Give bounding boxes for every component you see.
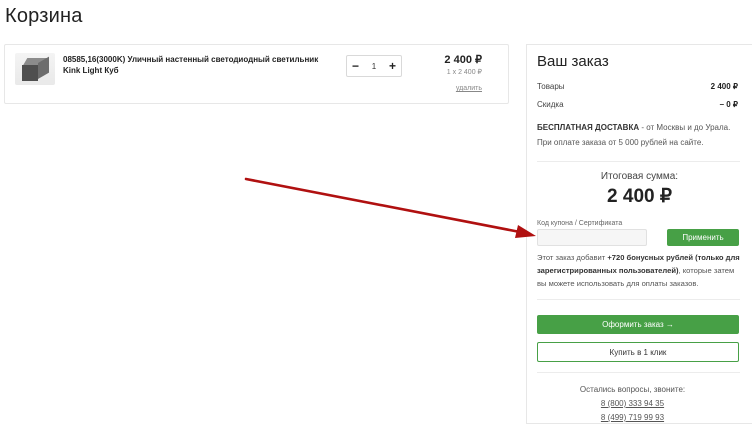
- questions-label: Остались вопросы, звоните:: [579, 385, 686, 394]
- goods-row: Товары 2 400 ₽: [537, 82, 738, 91]
- cube-front-shape: [22, 65, 38, 81]
- quantity-stepper: − 1 +: [346, 55, 402, 77]
- goods-label: Товары: [537, 82, 565, 91]
- goods-value: 2 400 ₽: [710, 82, 738, 91]
- order-summary-title: Ваш заказ: [537, 53, 609, 70]
- delivery-note: БЕСПЛАТНАЯ ДОСТАВКА - от Москвы и до Ура…: [537, 120, 740, 150]
- item-total-price: 2 400 ₽: [444, 54, 482, 66]
- order-summary-panel: Ваш заказ Товары 2 400 ₽ Скидка – 0 ₽ БЕ…: [526, 44, 752, 424]
- product-thumbnail[interactable]: [15, 53, 55, 85]
- remove-item-link[interactable]: удалить: [456, 85, 482, 92]
- delivery-text-2: При оплате заказа от 5 000 рублей на сай…: [537, 138, 704, 147]
- decrease-quantity-button[interactable]: −: [352, 60, 359, 72]
- checkout-button[interactable]: Оформить заказ →: [537, 315, 739, 334]
- divider: [537, 299, 740, 300]
- phone-link-2[interactable]: 8 (499) 719 99 93: [527, 413, 738, 422]
- page-title: Корзина: [5, 5, 83, 27]
- product-name-link[interactable]: 08585,16(3000K) Уличный настенный светод…: [63, 54, 328, 76]
- discount-value: – 0 ₽: [719, 100, 738, 109]
- quantity-value[interactable]: 1: [372, 62, 376, 71]
- discount-label: Скидка: [537, 100, 564, 109]
- bonus-prefix: Этот заказ добавит: [537, 253, 608, 262]
- divider: [537, 161, 740, 162]
- delivery-bold: БЕСПЛАТНАЯ ДОСТАВКА: [537, 123, 640, 132]
- delivery-text: - от Москвы и до Урала.: [639, 123, 731, 132]
- total-value: 2 400 ₽: [607, 186, 672, 207]
- discount-row: Скидка – 0 ₽: [537, 100, 738, 109]
- apply-coupon-button[interactable]: Применить: [667, 229, 739, 246]
- item-unit-price: 1 x 2 400 ₽: [446, 69, 482, 76]
- buy-one-click-button[interactable]: Купить в 1 клик: [537, 342, 739, 362]
- cart-item-card: 08585,16(3000K) Уличный настенный светод…: [4, 44, 509, 104]
- bonus-note: Этот заказ добавит +720 бонусных рублей …: [537, 251, 740, 290]
- divider: [537, 372, 740, 373]
- phone-link-1[interactable]: 8 (800) 333 94 35: [527, 399, 738, 408]
- coupon-label: Код купона / Сертификата: [537, 220, 623, 227]
- increase-quantity-button[interactable]: +: [389, 60, 396, 72]
- coupon-input[interactable]: [537, 229, 647, 246]
- total-label: Итоговая сумма:: [600, 171, 679, 182]
- arrow-shaft: [244, 177, 522, 234]
